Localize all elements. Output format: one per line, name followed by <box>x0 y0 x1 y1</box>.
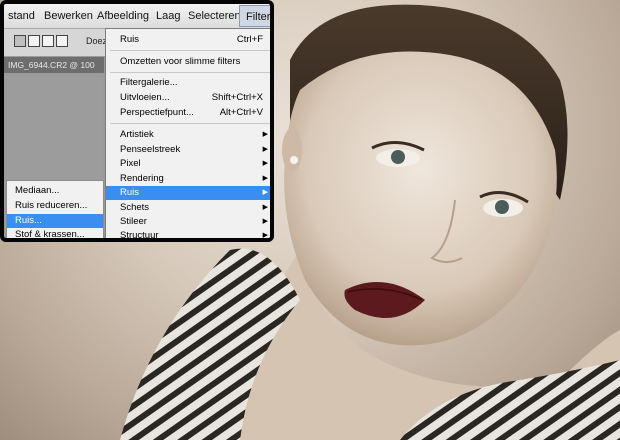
menu-selecteren[interactable]: Selecteren <box>188 4 241 28</box>
menu-bewerken[interactable]: Bewerken <box>44 4 93 28</box>
chevron-right-icon: ▶ <box>262 218 268 225</box>
menu-bar: stand Bewerken Afbeelding Laag Selectere… <box>4 4 270 29</box>
subtract-selection-icon[interactable] <box>42 35 54 47</box>
menu-item-last-filter[interactable]: Ruis Ctrl+F <box>106 33 270 47</box>
submenu-item-ruis[interactable]: Ruis... <box>7 214 103 228</box>
submenu-item-stof-krassen[interactable]: Stof & krassen... <box>7 228 103 238</box>
menu-item-ruis[interactable]: Ruis ▶ <box>106 186 270 200</box>
intersect-selection-icon[interactable] <box>56 35 68 47</box>
chevron-right-icon: ▶ <box>262 204 268 211</box>
menu-item-pixel[interactable]: Pixel ▶ <box>106 157 270 171</box>
chevron-right-icon: ▶ <box>262 160 268 167</box>
ruis-submenu: Mediaan... Ruis reduceren... Ruis... Sto… <box>6 180 104 238</box>
menu-separator <box>110 50 270 51</box>
menu-separator <box>110 72 270 73</box>
menu-item-uitvloeien[interactable]: Uitvloeien... Shift+Ctrl+X <box>106 91 270 105</box>
menu-item-stileer[interactable]: Stileer ▶ <box>106 215 270 229</box>
document-canvas[interactable] <box>7 74 103 186</box>
new-selection-icon[interactable] <box>14 35 26 47</box>
chevron-right-icon: ▶ <box>262 146 268 153</box>
menu-afbeelding[interactable]: Afbeelding <box>97 4 149 28</box>
menu-item-rendering[interactable]: Rendering ▶ <box>106 172 270 186</box>
submenu-item-ruis-reduceren[interactable]: Ruis reduceren... <box>7 199 103 213</box>
filter-menu: Ruis Ctrl+F Omzetten voor slimme filters… <box>105 28 270 239</box>
menu-item-perspectiefpunt[interactable]: Perspectiefpunt... Alt+Ctrl+V <box>106 106 270 120</box>
chevron-right-icon: ▶ <box>262 232 268 239</box>
menu-laag[interactable]: Laag <box>156 4 180 28</box>
feather-label: Doez <box>86 36 108 46</box>
menu-item-schets[interactable]: Schets ▶ <box>106 201 270 215</box>
menu-filter[interactable]: Filter <box>239 5 270 27</box>
chevron-right-icon: ▶ <box>262 131 268 138</box>
add-selection-icon[interactable] <box>28 35 40 47</box>
menu-item-penseelstreek[interactable]: Penseelstreek ▶ <box>106 143 270 157</box>
menu-separator <box>110 123 270 124</box>
chevron-right-icon: ▶ <box>262 175 268 182</box>
chevron-right-icon: ▶ <box>262 189 268 196</box>
submenu-item-mediaan[interactable]: Mediaan... <box>7 184 103 198</box>
photoshop-window-inset: stand Bewerken Afbeelding Laag Selectere… <box>0 0 274 242</box>
document-tab[interactable]: IMG_6944.CR2 @ 100 <box>4 57 104 73</box>
menu-item-artistiek[interactable]: Artistiek ▶ <box>106 128 270 142</box>
menu-venster[interactable]: stand <box>8 4 35 28</box>
menu-item-structuur[interactable]: Structuur ▶ <box>106 229 270 239</box>
menu-item-smart-filters[interactable]: Omzetten voor slimme filters <box>106 55 270 69</box>
menu-item-filtergalerie[interactable]: Filtergalerie... <box>106 76 270 90</box>
